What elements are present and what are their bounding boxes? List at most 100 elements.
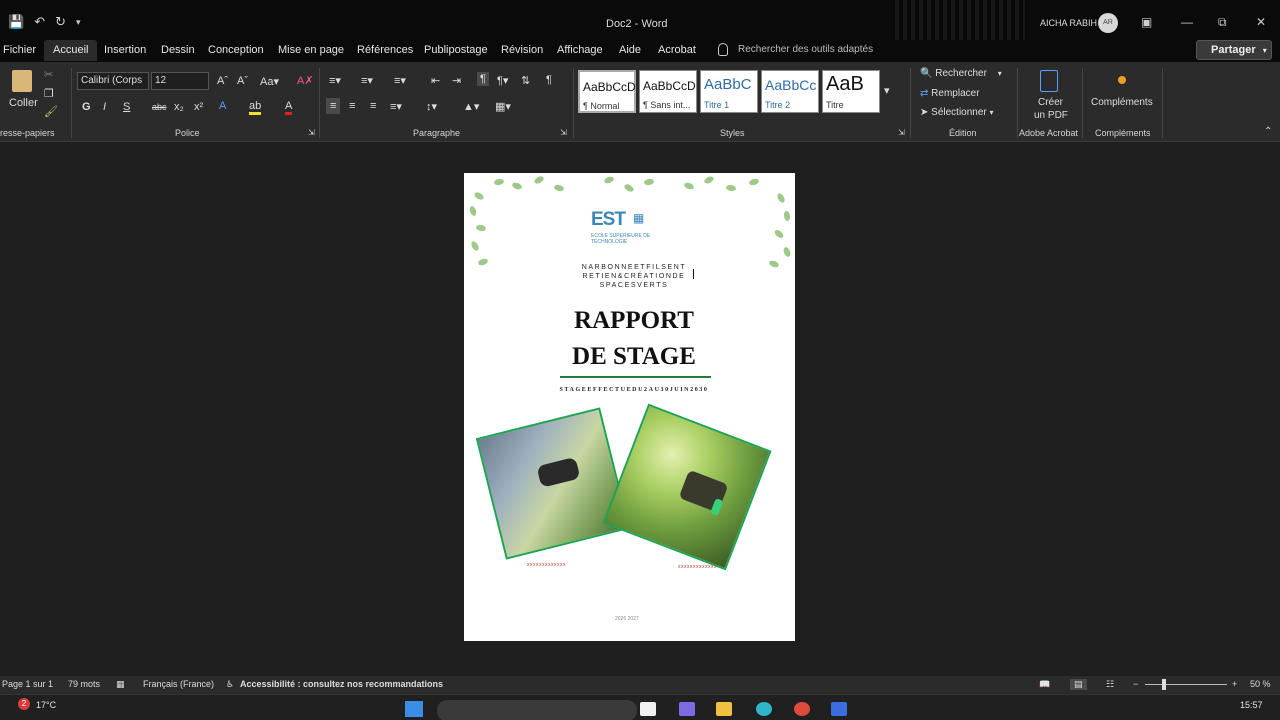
browser-icon[interactable] — [794, 702, 810, 716]
restore-icon[interactable]: ⧉ — [1218, 15, 1227, 30]
tab-fichier[interactable]: Fichier — [3, 44, 36, 56]
share-button[interactable]: Partager ▾ — [1196, 40, 1272, 60]
pdf-icon[interactable] — [1040, 70, 1058, 92]
collapse-ribbon-icon[interactable]: ⌃ — [1264, 126, 1272, 137]
read-mode-icon[interactable]: 📖 — [1039, 679, 1050, 690]
create-pdf-button-line2[interactable]: un PDF — [1034, 110, 1068, 121]
align-center-icon[interactable]: ≡ — [349, 100, 355, 112]
zoom-slider[interactable] — [1145, 684, 1227, 685]
grow-font-icon[interactable]: Aˆ — [217, 75, 228, 87]
word-count[interactable]: 79 mots — [68, 679, 100, 689]
font-color-icon[interactable]: A — [285, 100, 293, 115]
document-canvas[interactable]: EST ▦ ECOLE SUPERIEURE DE TECHNOLOGIE NA… — [0, 142, 1280, 676]
strikethrough-icon[interactable]: abc — [152, 102, 167, 112]
font-size-select[interactable]: 12 — [151, 72, 209, 90]
paste-button[interactable]: Coller — [9, 97, 38, 109]
teams-icon[interactable] — [679, 702, 695, 716]
close-icon[interactable]: ✕ — [1256, 15, 1266, 29]
proofing-icon[interactable]: ▦ — [116, 679, 125, 690]
create-pdf-button[interactable]: Créer — [1038, 97, 1063, 108]
addins-icon[interactable] — [1118, 76, 1126, 84]
tab-acrobat[interactable]: Acrobat — [658, 44, 696, 56]
style-no-spacing[interactable]: AaBbCcD ¶ Sans int... — [639, 70, 697, 113]
ev-charging-photo-left[interactable] — [475, 407, 631, 560]
clock[interactable]: 15:57 — [1240, 700, 1263, 710]
borders-icon[interactable]: ▦▾ — [495, 100, 511, 113]
windows-start-icon[interactable] — [405, 701, 423, 717]
edge-icon[interactable] — [756, 702, 772, 716]
photo-caption-right[interactable]: xxxxxxxxxxxxx — [678, 564, 717, 570]
tab-dessin[interactable]: Dessin — [161, 44, 195, 56]
zoom-slider-thumb[interactable] — [1162, 679, 1166, 690]
justify-icon[interactable]: ≡▾ — [390, 100, 402, 113]
customize-qat-icon[interactable]: ▾ — [76, 17, 81, 28]
copy-icon[interactable]: ❐ — [44, 87, 54, 100]
rtl-icon[interactable]: ¶▾ — [497, 74, 508, 87]
accessibility-icon[interactable]: ♿ — [226, 679, 234, 690]
ev-charging-photo-right[interactable] — [602, 403, 772, 571]
multilevel-list-icon[interactable]: ≡▾ — [394, 74, 406, 87]
undo-icon[interactable]: ↶ — [34, 14, 45, 30]
internship-dates[interactable]: STAGEEFFECTUEDU2AU30JUIN2030 — [504, 387, 764, 393]
avatar[interactable]: AR — [1098, 13, 1118, 33]
format-painter-icon[interactable]: 🖌 — [44, 105, 58, 118]
report-title[interactable]: RAPPORT DE STAGE — [524, 303, 744, 375]
tab-affichage[interactable]: Affichage — [557, 44, 603, 56]
user-name[interactable]: AICHA RABIH — [1040, 18, 1097, 28]
tab-publipostage[interactable]: Publipostage — [424, 44, 488, 56]
tab-aide[interactable]: Aide — [619, 44, 641, 56]
save-icon[interactable]: 💾 — [8, 14, 24, 30]
minimize-icon[interactable]: — — [1181, 15, 1193, 29]
document-page[interactable]: EST ▦ ECOLE SUPERIEURE DE TECHNOLOGIE NA… — [464, 173, 795, 641]
decrease-indent-icon[interactable]: ⇤ — [431, 74, 440, 87]
word-icon[interactable] — [831, 702, 847, 716]
increase-indent-icon[interactable]: ⇥ — [452, 74, 461, 87]
italic-icon[interactable]: I — [103, 101, 106, 113]
app-icon[interactable] — [640, 702, 656, 716]
page-count[interactable]: Page 1 sur 1 — [2, 679, 53, 689]
align-left-icon[interactable]: ≡ — [326, 98, 341, 114]
line-spacing-icon[interactable]: ↕▾ — [426, 100, 437, 113]
font-name-select[interactable]: Calibri (Corps — [77, 72, 149, 90]
tab-accueil[interactable]: Accueil — [44, 40, 98, 61]
show-marks-icon[interactable]: ¶ — [546, 74, 552, 86]
tab-insertion[interactable]: Insertion — [104, 44, 146, 56]
addins-button[interactable]: Compléments — [1091, 97, 1153, 108]
cut-icon[interactable]: ✂ — [44, 68, 53, 81]
replace-button[interactable]: ⇄ Remplacer — [920, 88, 980, 99]
subscript-icon[interactable]: x₂ — [174, 101, 184, 113]
styles-more-icon[interactable]: ▾ — [884, 84, 890, 97]
weather-widget[interactable]: 17°C — [36, 700, 56, 710]
bullets-icon[interactable]: ≡▾ — [329, 74, 341, 87]
taskbar-search[interactable] — [437, 700, 637, 720]
style-heading-1[interactable]: AaBbC Titre 1 — [700, 70, 758, 113]
tab-references[interactable]: Références — [357, 44, 413, 56]
notification-badge[interactable]: 2 — [18, 698, 30, 710]
redo-icon[interactable]: ↻ — [55, 14, 66, 30]
sort-icon[interactable]: ⇅ — [521, 74, 530, 87]
tab-conception[interactable]: Conception — [208, 44, 264, 56]
tab-revision[interactable]: Révision — [501, 44, 543, 56]
style-title[interactable]: AaB Titre — [822, 70, 880, 113]
zoom-level[interactable]: 50 % — [1250, 679, 1271, 689]
tool-search-input[interactable]: Rechercher des outils adaptés — [738, 44, 873, 55]
paragraph-dialog-icon[interactable]: ⇲ — [560, 128, 567, 137]
select-button[interactable]: ➤ Sélectionner ▾ — [920, 107, 994, 118]
file-explorer-icon[interactable] — [716, 702, 732, 716]
style-heading-2[interactable]: AaBbCc Titre 2 — [761, 70, 819, 113]
align-right-icon[interactable]: ≡ — [370, 100, 376, 112]
paste-icon[interactable] — [12, 70, 32, 92]
company-name[interactable]: NARBONNEETFILSENT RETIEN&CRÉATIONDE SPAC… — [554, 263, 714, 290]
ltr-icon[interactable]: ¶ — [477, 72, 489, 86]
academic-years[interactable]: 2026 2027 — [615, 616, 639, 622]
shrink-font-icon[interactable]: Aˇ — [237, 75, 248, 87]
find-button[interactable]: 🔍 Rechercher ▾ — [920, 68, 1002, 79]
clear-format-icon[interactable]: A✗ — [297, 74, 314, 87]
bold-icon[interactable]: G — [82, 101, 91, 113]
zoom-in-icon[interactable]: + — [1232, 679, 1237, 689]
accessibility-status[interactable]: Accessibilité : consultez nos recommanda… — [240, 679, 443, 689]
highlight-icon[interactable]: ab — [249, 100, 262, 115]
tab-mise-en-page[interactable]: Mise en page — [278, 44, 344, 56]
numbering-icon[interactable]: ≡▾ — [361, 74, 373, 87]
superscript-icon[interactable]: x² — [194, 101, 203, 113]
